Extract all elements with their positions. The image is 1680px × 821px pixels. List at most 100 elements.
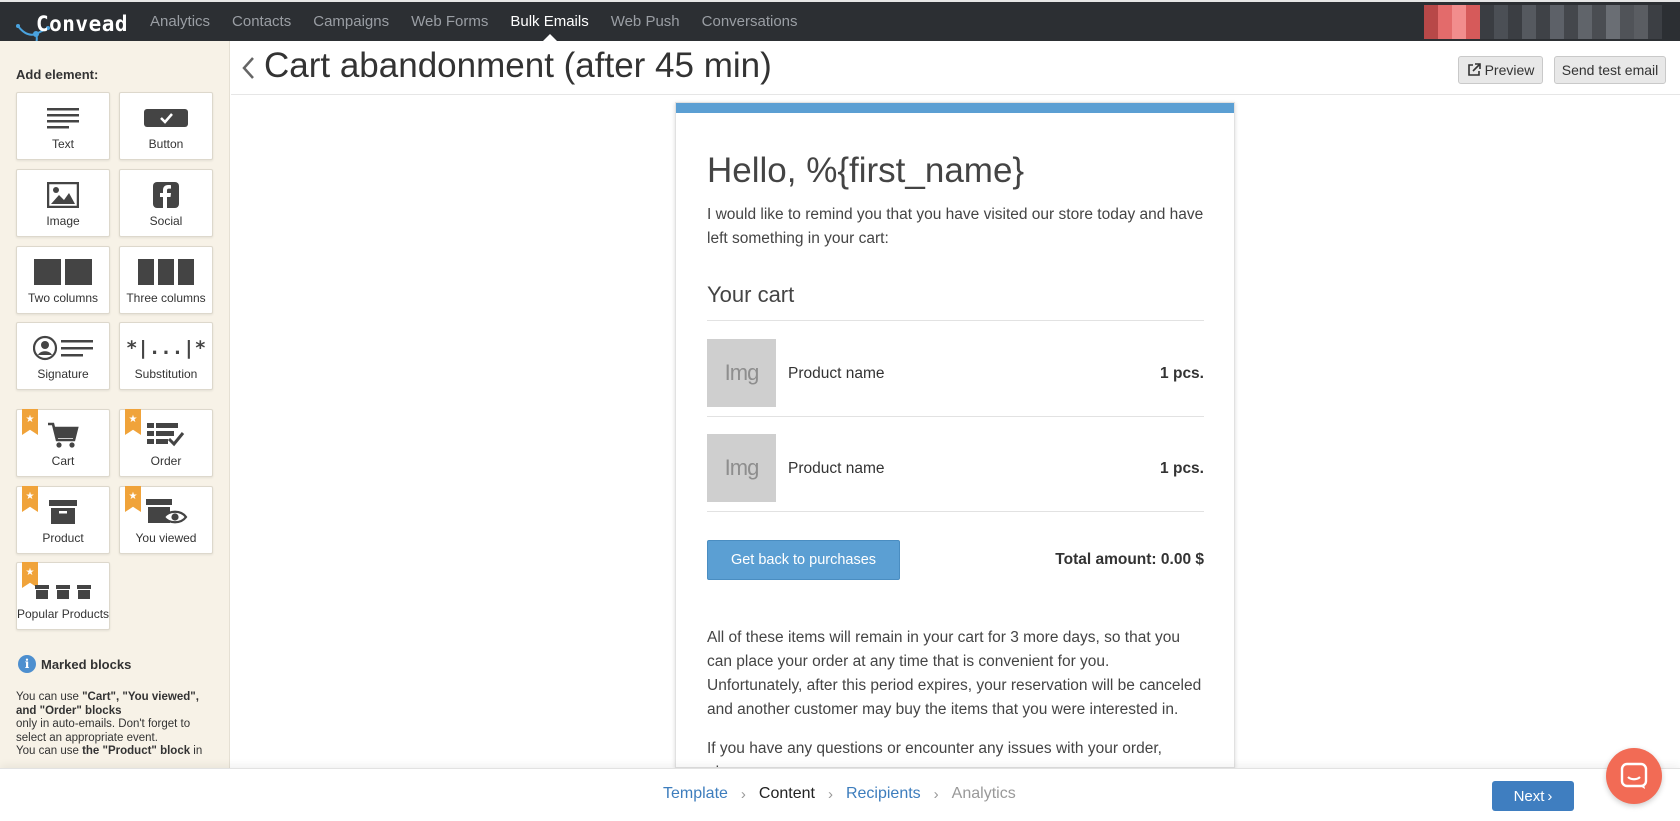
chevron-right-icon: › xyxy=(933,785,939,803)
header-divider xyxy=(231,94,1680,95)
external-link-icon xyxy=(1467,63,1481,76)
element-cart[interactable]: ★ Cart xyxy=(16,409,110,477)
cart-title[interactable]: Your cart xyxy=(707,282,794,308)
note-text: in xyxy=(190,745,203,757)
wizard-steps: Template › Content › Recipients › Analyt… xyxy=(663,785,1016,803)
chat-icon xyxy=(1620,762,1648,789)
nav-contacts[interactable]: Contacts xyxy=(232,2,291,41)
note-bold: the "Product" block xyxy=(82,745,191,757)
next-button[interactable]: Next › xyxy=(1492,781,1574,811)
product-name: Product name xyxy=(788,365,885,382)
chevron-right-icon: › xyxy=(827,785,833,803)
top-navbar: Convead Analytics Contacts Campaigns Web… xyxy=(0,0,1680,50)
element-button[interactable]: Button xyxy=(119,92,213,160)
note-text: You can use xyxy=(16,691,83,703)
element-product[interactable]: ★ Product xyxy=(16,486,110,554)
send-test-email-button[interactable]: Send test email xyxy=(1554,56,1666,84)
email-intro[interactable]: I would like to remind you that you have… xyxy=(707,203,1207,251)
viewed-icon xyxy=(120,497,212,527)
chat-widget-button[interactable] xyxy=(1606,748,1662,804)
step-analytics: Analytics xyxy=(951,785,1016,802)
button-icon xyxy=(120,103,212,133)
element-image[interactable]: Image xyxy=(16,169,110,237)
element-sidebar: Add element: Text Button Image Social Tw… xyxy=(0,41,230,768)
three-columns-icon xyxy=(120,257,212,287)
chevron-right-icon: › xyxy=(1547,787,1553,805)
nav-conversations[interactable]: Conversations xyxy=(702,2,798,41)
email-canvas[interactable]: Hello, %{first_name} I would like to rem… xyxy=(675,102,1235,768)
element-social[interactable]: Social xyxy=(119,169,213,237)
element-order[interactable]: ★ Order xyxy=(119,409,213,477)
page-title: Cart abandonment (after 45 min) xyxy=(264,46,772,85)
two-columns-icon xyxy=(17,257,109,287)
divider xyxy=(707,511,1204,512)
preview-button[interactable]: Preview xyxy=(1458,56,1543,84)
order-icon xyxy=(120,420,212,450)
tile-label: Cart xyxy=(51,454,75,468)
email-greeting[interactable]: Hello, %{first_name} xyxy=(707,151,1024,191)
wizard-footer: Template › Content › Recipients › Analyt… xyxy=(0,768,1680,821)
total-amount: Total amount: 0.00 $ xyxy=(1055,551,1204,568)
divider xyxy=(707,416,1204,417)
note-text: You can use xyxy=(16,745,83,757)
brand-name: Convead xyxy=(36,12,129,36)
element-you-viewed[interactable]: ★ You viewed xyxy=(119,486,213,554)
product-block-note: You can use the "Product" block in xyxy=(16,745,216,759)
tile-label: Button xyxy=(148,137,184,151)
email-top-bar xyxy=(676,103,1234,113)
nav-analytics[interactable]: Analytics xyxy=(150,2,210,41)
divider xyxy=(707,320,1204,321)
next-label: Next xyxy=(1513,787,1545,805)
nav-campaigns[interactable]: Campaigns xyxy=(313,2,389,41)
marked-blocks-title: Marked blocks xyxy=(41,656,132,672)
get-back-to-purchases-button[interactable]: Get back to purchases xyxy=(707,540,900,580)
tile-label: You viewed xyxy=(135,531,197,545)
signature-icon xyxy=(17,333,109,363)
nav-web-forms[interactable]: Web Forms xyxy=(411,2,488,41)
element-signature[interactable]: Signature xyxy=(16,322,110,390)
substitution-icon: *|...|* xyxy=(120,333,212,363)
tile-label: Three columns xyxy=(126,291,206,305)
tile-label: Text xyxy=(51,137,74,151)
tile-label: Product xyxy=(42,531,84,545)
product-image-placeholder[interactable]: Img xyxy=(707,434,776,502)
note-text: only in auto-emails. Don't forget to sel… xyxy=(16,718,191,744)
product-qty: 1 pcs. xyxy=(1160,460,1204,477)
tile-label: Order xyxy=(150,454,182,468)
info-icon: i xyxy=(18,655,36,673)
step-template[interactable]: Template xyxy=(663,785,728,803)
tile-label: Signature xyxy=(37,367,89,381)
main-nav: Analytics Contacts Campaigns Web Forms B… xyxy=(150,2,820,41)
tile-label: Popular Products xyxy=(17,607,110,621)
image-icon xyxy=(17,180,109,210)
text-icon xyxy=(17,103,109,133)
cart-icon xyxy=(17,420,109,450)
marked-blocks-note: You can use "Cart", "You viewed", and "O… xyxy=(16,691,216,745)
element-substitution[interactable]: *|...|* Substitution xyxy=(119,322,213,390)
step-recipients[interactable]: Recipients xyxy=(846,785,921,803)
element-two-columns[interactable]: Two columns xyxy=(16,246,110,314)
chevron-right-icon: › xyxy=(740,785,746,803)
tile-label: Substitution xyxy=(134,367,198,381)
element-three-columns[interactable]: Three columns xyxy=(119,246,213,314)
tile-label: Social xyxy=(149,214,183,228)
marked-blocks-heading: i Marked blocks xyxy=(18,655,131,673)
user-menu[interactable] xyxy=(1424,5,1674,39)
substitution-glyph: *|...|* xyxy=(125,337,207,359)
email-body-paragraph[interactable]: If you have any questions or encounter a… xyxy=(707,737,1207,767)
product-name: Product name xyxy=(788,460,885,477)
facebook-icon xyxy=(120,180,212,210)
nav-web-push[interactable]: Web Push xyxy=(611,2,680,41)
popular-products-icon xyxy=(17,577,109,607)
tile-label: Image xyxy=(46,214,80,228)
product-qty: 1 pcs. xyxy=(1160,365,1204,382)
element-popular-products[interactable]: ★ Popular Products xyxy=(16,562,110,630)
back-chevron-icon[interactable] xyxy=(240,54,258,82)
email-body-paragraph[interactable]: All of these items will remain in your c… xyxy=(707,626,1207,722)
product-box-icon xyxy=(17,497,109,527)
product-image-placeholder[interactable]: Img xyxy=(707,339,776,407)
tile-label: Two columns xyxy=(27,291,99,305)
nav-bulk-emails[interactable]: Bulk Emails xyxy=(510,2,589,41)
element-text[interactable]: Text xyxy=(16,92,110,160)
step-content: Content xyxy=(758,785,815,802)
